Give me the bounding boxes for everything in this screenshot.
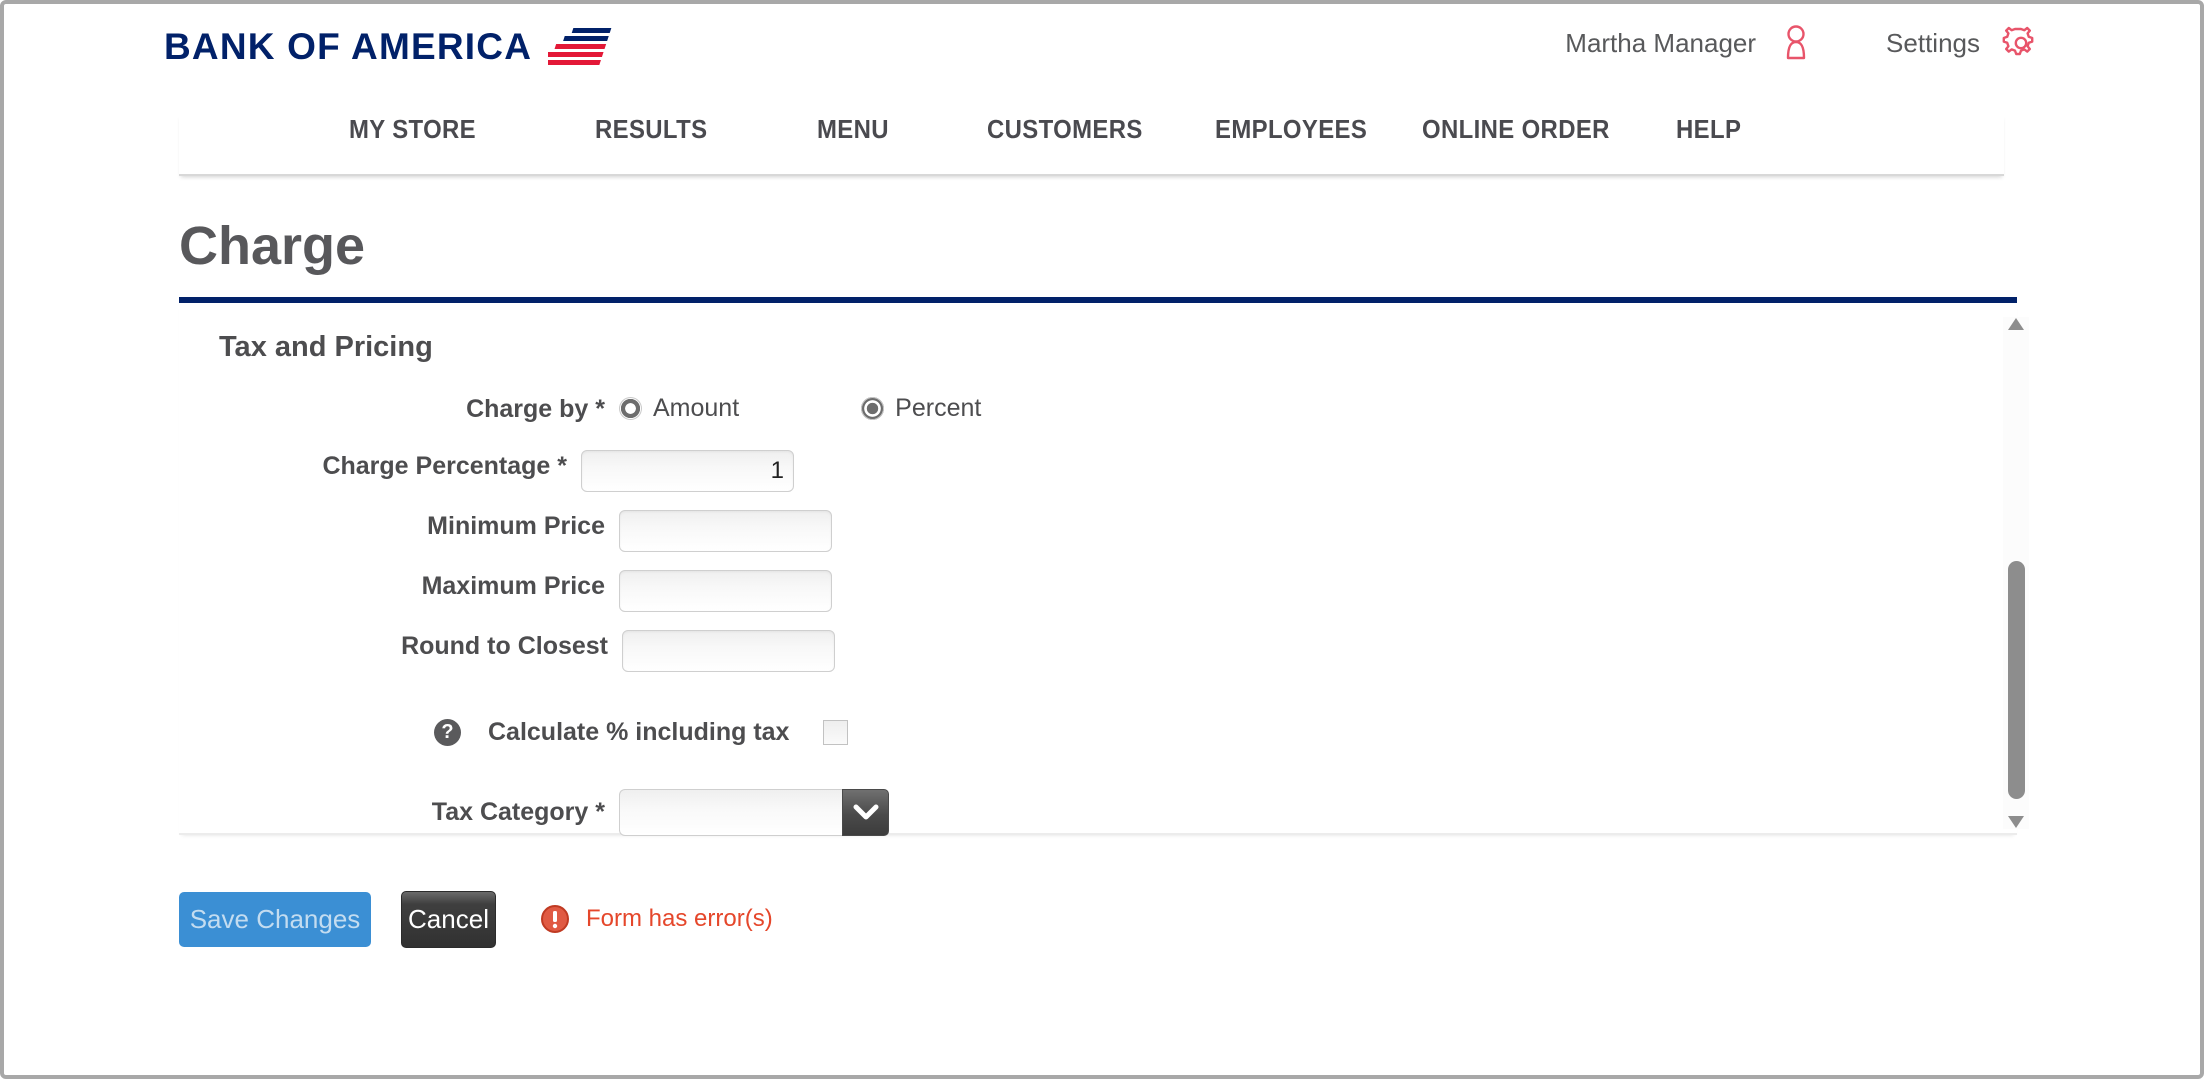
nav-item-online-order[interactable]: ONLINE ORDER	[1422, 114, 1610, 145]
label-round-to-closest: Round to Closest	[401, 631, 608, 660]
nav-item-results[interactable]: RESULTS	[595, 114, 707, 145]
flag-logo-icon	[548, 28, 612, 65]
radio-amount-label: Amount	[653, 394, 740, 423]
page-title: Charge	[179, 216, 366, 276]
page-header: Charge	[179, 218, 2017, 303]
control-minimum-price	[619, 509, 832, 552]
round-to-closest-input[interactable]	[622, 629, 835, 672]
control-charge-percentage	[581, 449, 794, 492]
label-calculate-including-tax: Calculate % including tax	[488, 717, 790, 746]
form-scrollbar[interactable]	[2003, 316, 2029, 829]
label-minimum-price: Minimum Price	[427, 511, 605, 540]
section-title-tax-and-pricing: Tax and Pricing	[219, 330, 433, 363]
gear-icon[interactable]	[2002, 24, 2040, 62]
cancel-button[interactable]: Cancel	[401, 890, 496, 948]
app-header: BANK OF AMERICA Martha Manager Settings	[4, 4, 2200, 114]
bank-of-america-logo[interactable]: BANK OF AMERICA	[164, 26, 626, 68]
calculate-including-tax-checkbox[interactable]	[823, 719, 849, 745]
question-mark-icon[interactable]: ?	[434, 718, 461, 746]
form-actions: Save Changes Cancel Form has error(s)	[179, 890, 2200, 948]
nav-item-customers[interactable]: CUSTOMERS	[987, 114, 1143, 145]
field-row-maximum-price: Maximum Price	[179, 569, 2017, 612]
minimum-price-input[interactable]	[619, 509, 832, 552]
save-changes-button[interactable]: Save Changes	[179, 891, 371, 947]
triangle-up-icon[interactable]	[2007, 317, 2025, 331]
field-row-charge-by: Charge by * Amount Percent	[179, 382, 2017, 436]
charge-percentage-input[interactable]	[581, 449, 794, 492]
nav-item-menu[interactable]: MENU	[817, 114, 889, 145]
user-name-label: Martha Manager	[1565, 27, 1757, 58]
chevron-down-icon[interactable]	[842, 788, 889, 836]
field-row-calculate-including-tax: ? Calculate % including tax	[179, 718, 2017, 747]
field-row-charge-percentage: Charge Percentage *	[179, 449, 2017, 492]
form-fields: Charge by * Amount Percent Charge Percen…	[179, 364, 2017, 836]
scrollbar-thumb[interactable]	[2008, 560, 2025, 799]
radio-percent-mark[interactable]	[861, 397, 885, 421]
radio-option-amount[interactable]: Amount	[619, 394, 739, 423]
form-error-text: Form has error(s)	[586, 905, 773, 933]
field-row-tax-category: Tax Category *	[179, 788, 2017, 836]
radio-percent-label: Percent	[895, 394, 982, 423]
label-maximum-price: Maximum Price	[421, 571, 605, 600]
control-round-to-closest	[622, 629, 835, 672]
app-window: BANK OF AMERICA Martha Manager Settings …	[0, 0, 2204, 1079]
form-scroll-region: Tax and Pricing Charge by * Amount Perce…	[179, 303, 2029, 836]
settings-link[interactable]: Settings	[1886, 24, 2040, 62]
form-error-message: Form has error(s)	[540, 904, 773, 934]
nav-item-help[interactable]: HELP	[1676, 114, 1741, 145]
label-charge-by: Charge by *	[466, 394, 605, 423]
control-maximum-price	[619, 569, 832, 612]
person-icon[interactable]	[1778, 24, 1814, 62]
label-charge-percentage: Charge Percentage *	[322, 451, 567, 480]
maximum-price-input[interactable]	[619, 569, 832, 612]
label-tax-category: Tax Category *	[431, 798, 605, 827]
nav-item-my-store[interactable]: MY STORE	[349, 114, 476, 145]
field-row-minimum-price: Minimum Price	[179, 509, 2017, 552]
user-account-link[interactable]: Martha Manager	[1565, 24, 1814, 62]
tax-category-selected-value[interactable]	[619, 788, 842, 836]
radio-option-percent[interactable]: Percent	[861, 394, 981, 423]
triangle-down-icon[interactable]	[2007, 815, 2025, 829]
radio-group-charge-by: Amount Percent	[619, 394, 981, 423]
control-tax-category	[619, 788, 889, 836]
radio-amount-mark[interactable]	[619, 397, 642, 421]
settings-label: Settings	[1886, 27, 1980, 58]
tax-category-select[interactable]	[619, 788, 889, 836]
logo-wordmark: BANK OF AMERICA	[164, 26, 533, 67]
field-row-round-to-closest: Round to Closest	[179, 629, 2017, 672]
nav-item-employees[interactable]: EMPLOYEES	[1215, 114, 1367, 145]
error-exclamation-icon	[541, 905, 569, 934]
header-actions: Martha Manager Settings	[1565, 24, 2040, 62]
main-navigation: MY STORE RESULTS MENU CUSTOMERS EMPLOYEE…	[179, 114, 2004, 176]
